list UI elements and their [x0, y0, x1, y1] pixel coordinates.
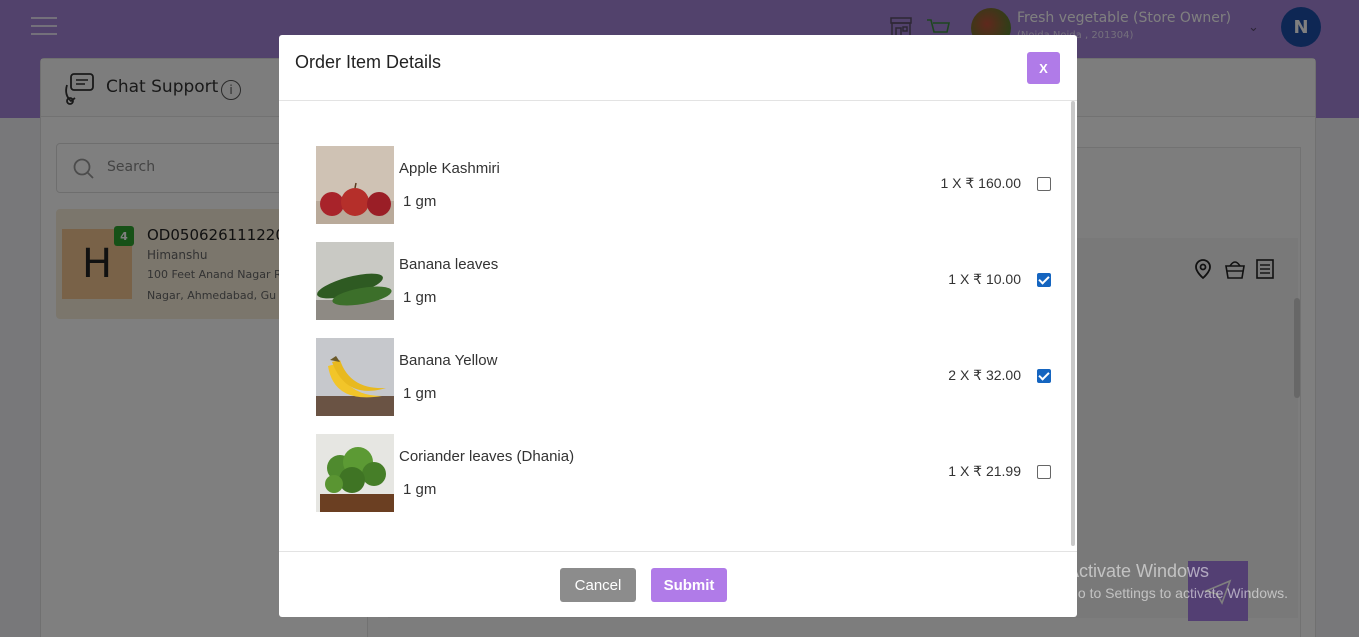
item-price: 1 X ₹ 21.99: [948, 463, 1021, 479]
close-button[interactable]: X: [1027, 52, 1060, 84]
item-price: 1 X ₹ 10.00: [948, 271, 1021, 287]
item-unit: 1 gm: [403, 481, 437, 498]
item-checkbox[interactable]: [1037, 369, 1051, 383]
modal-scrollbar[interactable]: [1071, 101, 1075, 546]
activate-windows-subtitle: Go to Settings to activate Windows.: [1067, 585, 1288, 601]
item-unit: 1 gm: [403, 289, 437, 306]
item-name: Banana Yellow: [399, 352, 498, 369]
item-price: 2 X ₹ 32.00: [948, 367, 1021, 383]
item-unit: 1 gm: [403, 193, 437, 210]
banana-photo: [316, 338, 394, 416]
modal-footer: Cancel Submit: [279, 551, 1077, 617]
modal-title: Order Item Details: [295, 52, 442, 72]
item-checkbox[interactable]: [1037, 465, 1051, 479]
order-item-row: Coriander leaves (Dhania) 1 gm 1 X ₹ 21.…: [316, 434, 1056, 512]
activate-windows-title: Activate Windows: [1067, 561, 1210, 581]
submit-button[interactable]: Submit: [651, 568, 727, 602]
modal-header: Order Item Details X: [279, 35, 1077, 101]
modal-body: Apple Kashmiri 1 gm 1 X ₹ 160.00 Banana …: [279, 101, 1077, 551]
order-item-row: Banana Yellow 1 gm 2 X ₹ 32.00: [316, 338, 1056, 416]
item-checkbox[interactable]: [1037, 273, 1051, 287]
apple-photo: [316, 146, 394, 224]
item-price: 1 X ₹ 160.00: [940, 175, 1021, 191]
item-checkbox[interactable]: [1037, 177, 1051, 191]
coriander-photo: [316, 434, 394, 512]
order-item-row: Apple Kashmiri 1 gm 1 X ₹ 160.00: [316, 146, 1056, 224]
item-name: Coriander leaves (Dhania): [399, 448, 575, 465]
cancel-button[interactable]: Cancel: [560, 568, 636, 602]
order-item-details-modal: Order Item Details X Apple Kashmiri 1 gm…: [279, 35, 1077, 617]
item-unit: 1 gm: [403, 385, 437, 402]
banana-leaf-photo: [316, 242, 394, 320]
item-name: Apple Kashmiri: [399, 160, 500, 177]
order-item-row: Banana leaves 1 gm 1 X ₹ 10.00: [316, 242, 1056, 320]
item-name: Banana leaves: [399, 256, 499, 273]
